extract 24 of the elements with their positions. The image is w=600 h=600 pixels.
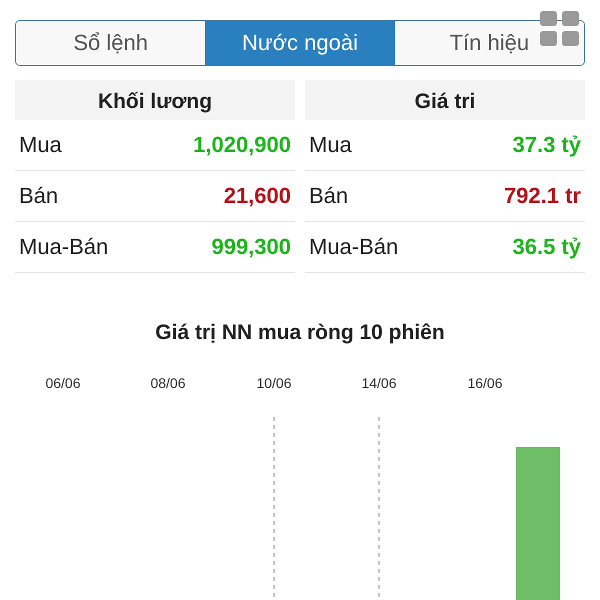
row-value: 36.5 tỷ [512,234,581,260]
tab[interactable]: Nước ngoài [205,21,395,65]
axis-label: 14/06 [360,375,398,391]
row-label: Bán [19,183,58,209]
axis-label: 08/06 [149,375,187,391]
row-label: Mua [19,132,62,158]
column-header: Khối lương [15,80,295,120]
column-header: Giá tri [305,80,585,120]
row-value: 37.3 tỷ [512,132,581,158]
chart-title: Giá trị NN mua ròng 10 phiên [154,321,446,345]
grid-icon[interactable] [538,9,582,49]
tab[interactable]: Sổ lệnh [16,21,206,65]
row-value: 792.1 tr [504,183,581,209]
axis-label: 16/06 [466,375,504,391]
row-label: Bán [309,183,348,209]
row-value: 1,020,900 [193,132,291,158]
axis-label: 06/06 [44,375,82,391]
row-label: Mua [309,132,352,158]
axis-label: 10/06 [255,375,293,391]
row-label: Mua-Bán [19,234,108,260]
tab[interactable]: Tín hiệu [394,21,584,65]
row-label: Mua-Bán [309,234,398,260]
row-value: 999,300 [211,234,291,260]
row-value: 21,600 [224,183,291,209]
